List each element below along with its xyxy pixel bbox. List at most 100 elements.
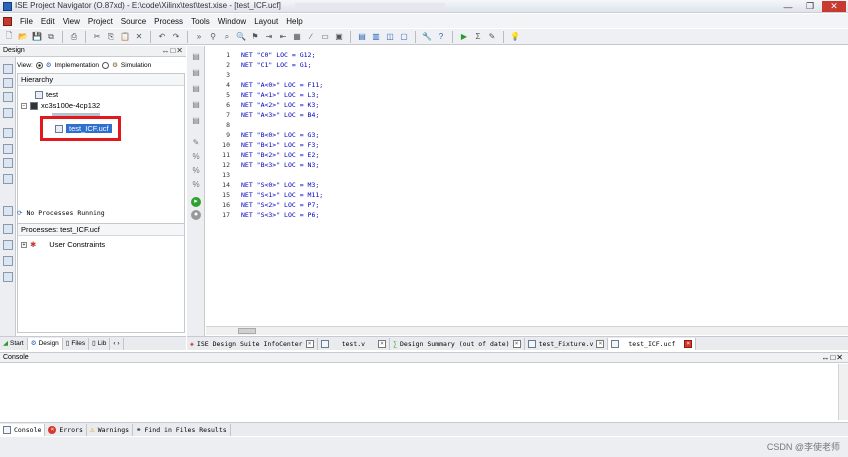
code-line[interactable]: 8 [206, 120, 846, 130]
editor-horizontal-scrollbar[interactable] [206, 326, 848, 335]
code-line[interactable]: 17 NET "S<3>" LOC = P6; [206, 210, 846, 220]
undo-icon[interactable]: ↶ [156, 31, 168, 43]
chevron-more-icon[interactable]: » [193, 31, 205, 43]
comment-icon[interactable]: ∕ [305, 31, 317, 43]
code-line[interactable]: 13 [206, 170, 846, 180]
gutter-tool-icon[interactable]: ▤ [191, 68, 201, 78]
gutter-tool-icon[interactable]: % [191, 180, 201, 190]
save-icon[interactable]: 💾 [31, 31, 43, 43]
collapse-icon[interactable]: − [21, 102, 27, 109]
gutter-tool-icon[interactable]: ▤ [191, 52, 201, 62]
menu-source[interactable]: Source [117, 17, 150, 26]
gutter-tool-icon[interactable]: % [191, 166, 201, 176]
paste-icon[interactable]: 📋 [119, 31, 131, 43]
print-icon[interactable]: ⎙ [68, 31, 80, 43]
go-icon[interactable]: ▸ [191, 197, 201, 207]
code-line[interactable]: 16 NET "S<2>" LOC = P7; [206, 200, 846, 210]
scroll-thumb[interactable] [238, 328, 256, 334]
window-icon[interactable]: ▤ [356, 31, 368, 43]
tab-libraries[interactable]: ▯ Lib [89, 337, 111, 350]
minimize-button[interactable]: — [778, 1, 798, 12]
indent-icon[interactable]: ⇥ [263, 31, 275, 43]
new-icon[interactable]: 🗋 [3, 31, 15, 43]
implementation-label[interactable]: Implementation [55, 62, 99, 69]
tab-test-fixture[interactable]: test_Fixture.v × [525, 337, 609, 350]
refresh-icon[interactable]: ⟳ [17, 209, 22, 217]
code-line[interactable]: 7 NET "A<3>" LOC = B4; [206, 110, 846, 120]
code-editor[interactable]: 1 NET "C0" LOC = G12; 2 NET "C1" LOC = G1; 3… [206, 46, 848, 326]
code-line[interactable]: 12 NET "B<3>" LOC = N3; [206, 160, 846, 170]
tree-item-project[interactable]: test [35, 90, 58, 99]
code-line[interactable]: 9 NET "B<0>" LOC = G3; [206, 130, 846, 140]
cut-icon[interactable]: ✂ [91, 31, 103, 43]
menu-file[interactable]: File [16, 17, 37, 26]
close-tab-icon[interactable]: × [596, 339, 605, 348]
close-button[interactable]: ✕ [822, 1, 846, 12]
close-tab-icon[interactable]: × [512, 339, 521, 348]
code-line[interactable]: 15 NET "S<1>" LOC = M11; [206, 190, 846, 200]
tab-console[interactable]: Console [0, 423, 46, 436]
find-icon[interactable]: 🔍 [235, 31, 247, 43]
highlight-icon[interactable]: ▭ [319, 31, 331, 43]
tab-start[interactable]: ◢ Start [0, 337, 28, 350]
code-line[interactable]: 1 NET "C0" LOC = G12; [206, 50, 846, 60]
grid-icon[interactable]: ▦ [291, 31, 303, 43]
sigma-icon[interactable]: Σ [472, 31, 484, 43]
tree-item-device[interactable]: − xc3s100e-4cp132 [21, 101, 100, 110]
code-line[interactable]: 4 NET "A<0>" LOC = F11; [206, 80, 846, 90]
layout-icon[interactable]: ▣ [333, 31, 345, 43]
code-line[interactable]: 6 NET "A<2>" LOC = K3; [206, 100, 846, 110]
close-tab-icon[interactable]: × [684, 339, 693, 348]
gutter-tool-icon[interactable]: ✎ [191, 138, 201, 148]
probe-icon[interactable]: ✎ [486, 31, 498, 43]
menu-layout[interactable]: Layout [250, 17, 282, 26]
gutter-tool-icon[interactable]: ▤ [191, 100, 201, 110]
lightbulb-icon[interactable]: 💡 [509, 31, 521, 43]
menu-process[interactable]: Process [150, 17, 187, 26]
tab-warnings[interactable]: ⚠ Warnings [87, 423, 134, 436]
code-line[interactable]: 2 NET "C1" LOC = G1; [206, 60, 846, 70]
tab-test-v[interactable]: test.v × [318, 337, 391, 350]
close-tab-icon[interactable]: × [378, 339, 387, 348]
code-line[interactable]: 5 NET "A<1>" LOC = L3; [206, 90, 846, 100]
process-user-constraints[interactable]: + ✱ User Constraints [21, 240, 105, 249]
menu-tools[interactable]: Tools [187, 17, 214, 26]
save-all-icon[interactable]: ⧉ [45, 31, 57, 43]
close-tab-icon[interactable]: × [305, 339, 314, 348]
delete-icon[interactable]: ✕ [133, 31, 145, 43]
tab-test-icf-ucf[interactable]: test_ICF.ucf × [608, 337, 697, 350]
stop-circle-icon[interactable]: ● [191, 210, 201, 220]
gutter-tool-icon[interactable]: ▤ [191, 116, 201, 126]
outdent-icon[interactable]: ⇤ [277, 31, 289, 43]
code-line[interactable]: 10 NET "B<1>" LOC = F3; [206, 140, 846, 150]
tab-find-in-files[interactable]: ⚭ Find in Files Results [133, 423, 231, 436]
maximize-button[interactable]: ❐ [800, 1, 820, 12]
menu-edit[interactable]: Edit [37, 17, 59, 26]
simulation-label[interactable]: Simulation [121, 62, 151, 69]
tab-design[interactable]: ⚙ Design [27, 337, 63, 350]
panel-icon[interactable]: ▢ [398, 31, 410, 43]
tile-icon[interactable]: ▥ [370, 31, 382, 43]
run-icon[interactable]: ▶ [458, 31, 470, 43]
simulation-radio[interactable] [102, 61, 110, 69]
menu-project[interactable]: Project [84, 17, 117, 26]
code-line[interactable]: 3 [206, 70, 846, 80]
open-icon[interactable]: 📂 [17, 31, 29, 43]
bookmark-icon[interactable]: ⚑ [249, 31, 261, 43]
panel-controls-icon[interactable]: ↔□✕ [161, 46, 184, 55]
panel-controls-icon[interactable]: ↔□✕ [821, 353, 844, 362]
code-line[interactable]: 14 NET "S<0>" LOC = M3; [206, 180, 846, 190]
menu-window[interactable]: Window [214, 17, 250, 26]
tab-design-summary[interactable]: ∑ Design Summary (out of date) × [390, 337, 525, 350]
code-line[interactable]: 11 NET "B<2>" LOC = E2; [206, 150, 846, 160]
gutter-tool-icon[interactable]: % [191, 152, 201, 162]
redo-icon[interactable]: ↷ [170, 31, 182, 43]
expand-icon[interactable]: + [21, 241, 27, 248]
document-menu-icon[interactable] [3, 16, 12, 26]
menu-help[interactable]: Help [282, 17, 306, 26]
copy-icon[interactable]: ⎘ [105, 31, 117, 43]
help-query-icon[interactable]: ? [435, 31, 447, 43]
console-output[interactable] [0, 364, 848, 420]
pin-icon[interactable]: ⚲ [207, 31, 219, 43]
gutter-tool-icon[interactable]: ▤ [191, 84, 201, 94]
